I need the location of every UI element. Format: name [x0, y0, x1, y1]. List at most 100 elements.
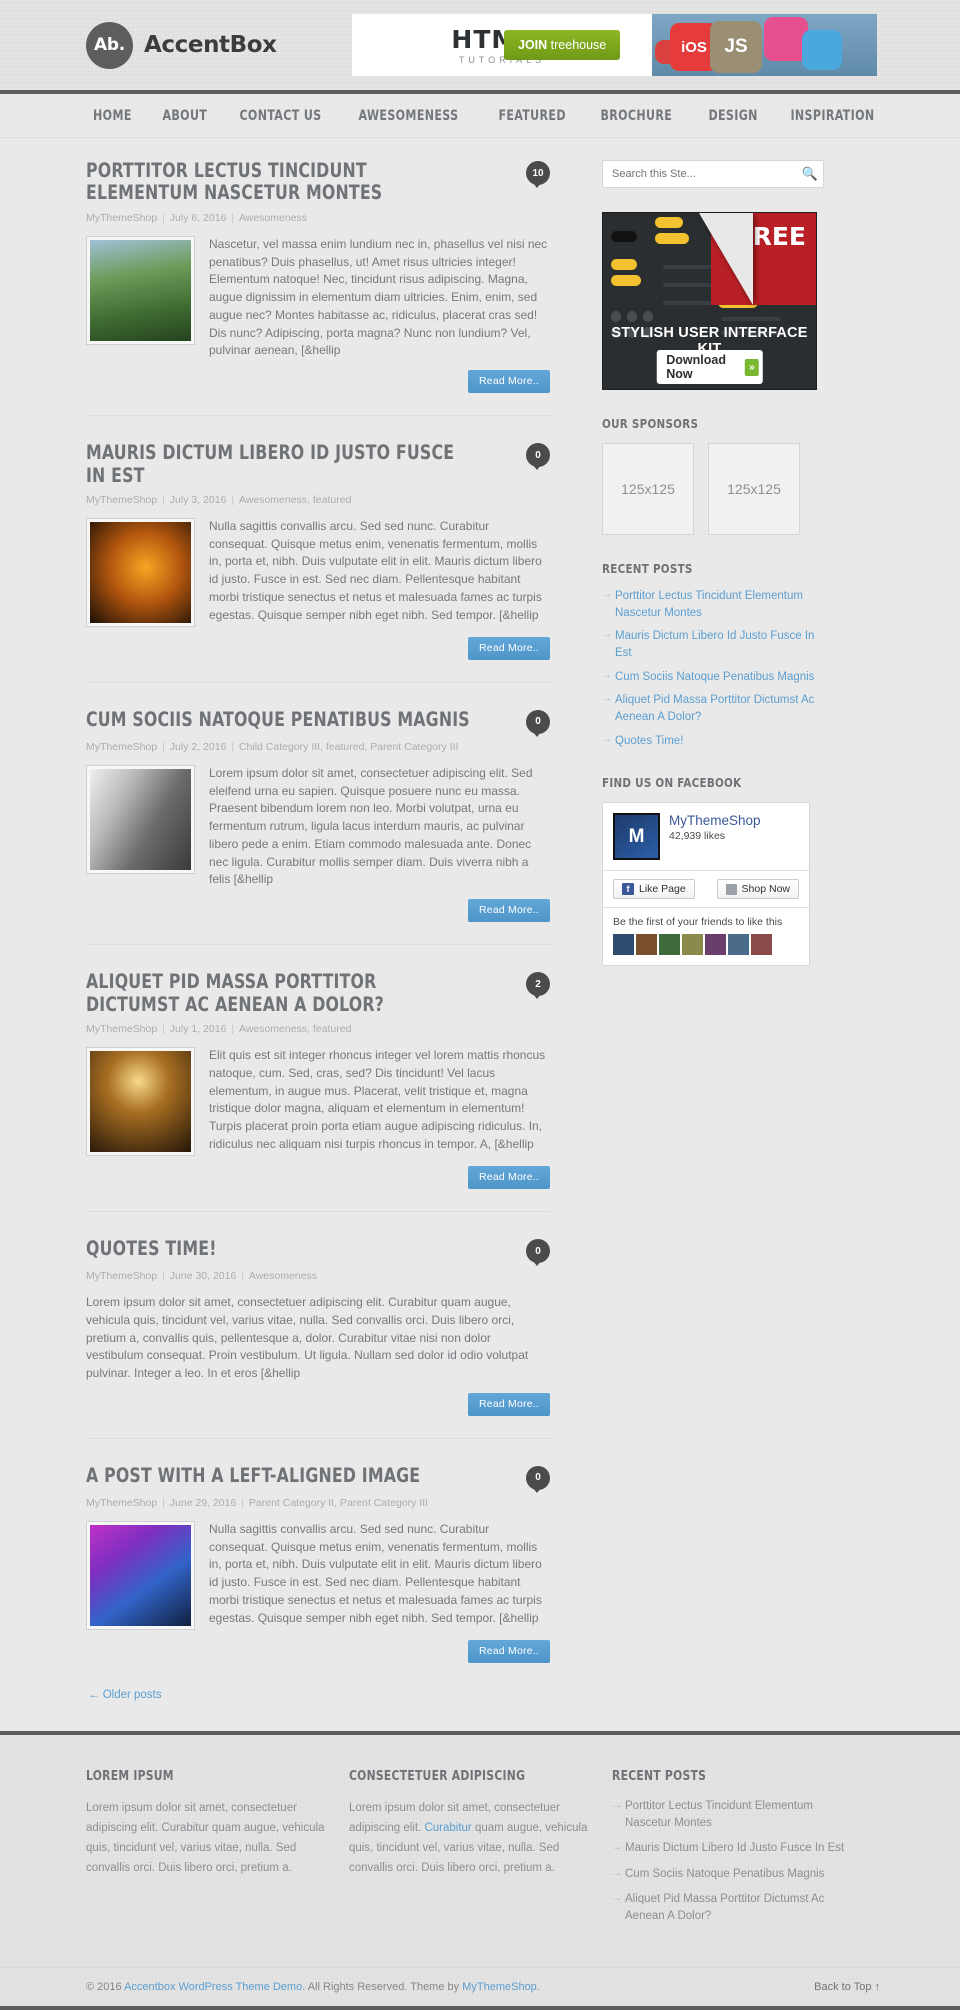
post-divider — [86, 681, 550, 683]
post-title[interactable]: Aliquet Pid Massa Porttitor Dictumst Ac … — [86, 971, 475, 1016]
nav-item-design[interactable]: Design — [697, 108, 769, 124]
copyright-suffix: . — [536, 1981, 540, 1994]
post-body: Elit quis est sit integer rhoncus intege… — [86, 1047, 550, 1157]
comment-count-badge[interactable]: 0 — [526, 1465, 550, 1493]
nav-item-awesomeness[interactable]: Awesomeness — [347, 108, 470, 124]
post-body: Nulla sagittis convallis arcu. Sed sed n… — [86, 1520, 550, 1630]
logo-badge: Ab. — [86, 21, 133, 69]
read-more-button[interactable]: Read More.. — [468, 1639, 550, 1663]
post-divider — [86, 415, 550, 417]
ad-join-button[interactable]: JOIN treehouse — [504, 30, 621, 60]
comment-count-badge[interactable]: 0 — [526, 443, 550, 471]
post-title[interactable]: Quotes Time! — [86, 1237, 475, 1260]
post-header: A Post With A Left-Aligned Image 0 — [86, 1464, 550, 1493]
read-more-button[interactable]: Read More.. — [468, 370, 550, 394]
recent-post-link[interactable]: Cum Sociis Natoque Penatibus Magnis — [602, 669, 824, 686]
comment-count-badge[interactable]: 10 — [526, 161, 550, 188]
post-title[interactable]: Mauris Dictum Libero Id Justo Fusce In E… — [86, 441, 475, 487]
facebook-page-name[interactable]: MyThemeShop — [669, 813, 761, 828]
footer-recent-post-link[interactable]: Mauris Dictum Libero Id Justo Fusce In E… — [612, 1840, 857, 1857]
post-item: A Post With A Left-Aligned Image 0 MyTheme… — [86, 1464, 550, 1663]
facebook-page-box: M MyThemeShop 42,939 likes f Like Page S… — [602, 802, 810, 967]
facebook-friend-avatar — [705, 934, 726, 956]
meta-separator: | — [228, 211, 237, 224]
read-more-button[interactable]: Read More.. — [468, 1392, 550, 1416]
nav-item-home[interactable]: Home — [86, 108, 143, 124]
footer-col2-text: Lorem ipsum dolor sit amet, consectetuer… — [349, 1798, 594, 1879]
facebook-title: Find Us On Facebook — [602, 775, 742, 791]
footer-recent-post-link[interactable]: Aliquet Pid Massa Porttitor Dictumst Ac … — [612, 1891, 857, 1926]
nav-item-about[interactable]: About — [151, 108, 219, 124]
post-categories: Child Category III, featured, Parent Cat… — [238, 740, 459, 753]
recent-post-link[interactable]: Quotes Time! — [602, 733, 824, 750]
sponsor-box[interactable]: 125x125 — [602, 443, 694, 535]
sidebar-ad[interactable]: FREE STYLISH USER INTERFACE KIT Download… — [602, 212, 817, 390]
ad-join-brand: treehouse — [550, 38, 607, 52]
tile-js-icon: JS — [710, 21, 762, 73]
post-item: Quotes Time! 0 MyThemeShop | June 30, 2016… — [86, 1237, 550, 1439]
read-more-button[interactable]: Read More.. — [468, 899, 550, 923]
post-thumbnail[interactable] — [86, 1047, 195, 1157]
recent-post-link[interactable]: Aliquet Pid Massa Porttitor Dictumst Ac … — [602, 692, 824, 725]
nav-item-featured[interactable]: Featured — [487, 108, 577, 124]
content-area: Porttitor Lectus Tincidunt Elementum Nas… — [80, 138, 880, 1731]
page-root: Ab. AccentBox HTML5 TUTORIALS JOIN treeh… — [0, 0, 960, 2010]
meta-separator: | — [159, 1270, 168, 1283]
recent-post-link[interactable]: Mauris Dictum Libero Id Justo Fusce In E… — [602, 628, 824, 661]
sidebar: 🔍 — [602, 160, 824, 992]
footer-recent-post-link[interactable]: Cum Sociis Natoque Penatibus Magnis — [612, 1866, 857, 1883]
post-categories: Awesomeness — [248, 1270, 317, 1283]
post-categories: Awesomeness — [238, 211, 308, 224]
search-widget[interactable]: 🔍 — [602, 160, 824, 188]
read-more-button[interactable]: Read More.. — [468, 636, 550, 660]
post-excerpt: Nulla sagittis convallis arcu. Sed sed n… — [209, 1521, 542, 1625]
post-thumbnail[interactable] — [86, 764, 195, 874]
post-header: Quotes Time! 0 — [86, 1237, 550, 1267]
sponsor-box[interactable]: 125x125 — [708, 443, 800, 535]
meta-separator: | — [159, 1496, 168, 1509]
footer-column-lorem: Lorem Ipsum Lorem ipsum dolor sit amet, … — [86, 1769, 331, 1934]
comment-count-badge[interactable]: 0 — [526, 709, 550, 737]
nav-item-inspiration[interactable]: Inspiration — [779, 108, 886, 124]
nav-item-brochure[interactable]: Brochure — [589, 108, 684, 124]
search-icon[interactable]: 🔍 — [797, 166, 823, 182]
footer-col2-link[interactable]: Curabitur — [424, 1822, 471, 1834]
facebook-friend-avatar — [751, 934, 772, 956]
post-title[interactable]: Cum Sociis Natoque Penatibus Magnis — [86, 708, 475, 731]
back-to-top-link[interactable]: Back to Top ↑ — [814, 1981, 880, 1993]
post-excerpt: Lorem ipsum dolor sit amet, consectetuer… — [209, 765, 533, 887]
search-input[interactable] — [603, 168, 797, 180]
post-title[interactable]: A Post With A Left-Aligned Image — [86, 1464, 475, 1487]
comment-count-badge[interactable]: 2 — [526, 972, 550, 1000]
shopping-bag-icon — [725, 883, 737, 895]
copyright-link-mythemeshop[interactable]: MyThemeShop — [462, 1981, 537, 1993]
copyright-link-demo[interactable]: Accentbox WordPress Theme Demo — [124, 1981, 302, 1993]
post-body: Nulla sagittis convallis arcu. Sed sed n… — [86, 517, 550, 627]
meta-separator: | — [228, 740, 237, 753]
main-navigation: Home About Contact Us Awesomeness Featured Br… — [0, 94, 960, 138]
comment-count-badge[interactable]: 0 — [526, 1239, 550, 1267]
post-item: Porttitor Lectus Tincidunt Elementum Nas… — [86, 159, 550, 417]
post-body: Nascetur, vel massa enim lundium nec in,… — [86, 235, 550, 360]
site-logo[interactable]: Ab. AccentBox — [80, 21, 352, 69]
ad-page-peel-icon — [699, 213, 753, 305]
read-more-button[interactable]: Read More.. — [468, 1166, 550, 1190]
site-footer: Lorem Ipsum Lorem ipsum dolor sit amet, … — [0, 1730, 960, 2010]
post-item: Cum Sociis Natoque Penatibus Magnis 0 MyTh… — [86, 708, 550, 946]
post-header: Aliquet Pid Massa Porttitor Dictumst Ac … — [86, 971, 550, 1016]
footer-recent-post-link[interactable]: Porttitor Lectus Tincidunt Elementum Nas… — [612, 1798, 857, 1833]
ad-download-button[interactable]: Download Now » — [656, 350, 763, 384]
post-thumbnail[interactable] — [86, 1520, 195, 1630]
facebook-like-button[interactable]: f Like Page — [613, 879, 695, 900]
meta-separator: | — [228, 1023, 237, 1036]
recent-post-link[interactable]: Porttitor Lectus Tincidunt Elementum Nas… — [602, 588, 824, 621]
post-title[interactable]: Porttitor Lectus Tincidunt Elementum Nas… — [86, 159, 475, 205]
header-ad-banner[interactable]: HTML5 TUTORIALS JOIN treehouse iOS JS — [352, 14, 877, 76]
nav-item-contact-us[interactable]: Contact Us — [228, 108, 333, 124]
post-date: July 1, 2016 — [169, 1023, 227, 1036]
facebook-shop-button[interactable]: Shop Now — [716, 879, 799, 900]
post-thumbnail[interactable] — [86, 235, 195, 345]
post-thumbnail[interactable] — [86, 517, 195, 627]
post-excerpt: Nascetur, vel massa enim lundium nec in,… — [209, 236, 548, 358]
older-posts-link[interactable]: ← Older posts — [86, 1689, 550, 1701]
